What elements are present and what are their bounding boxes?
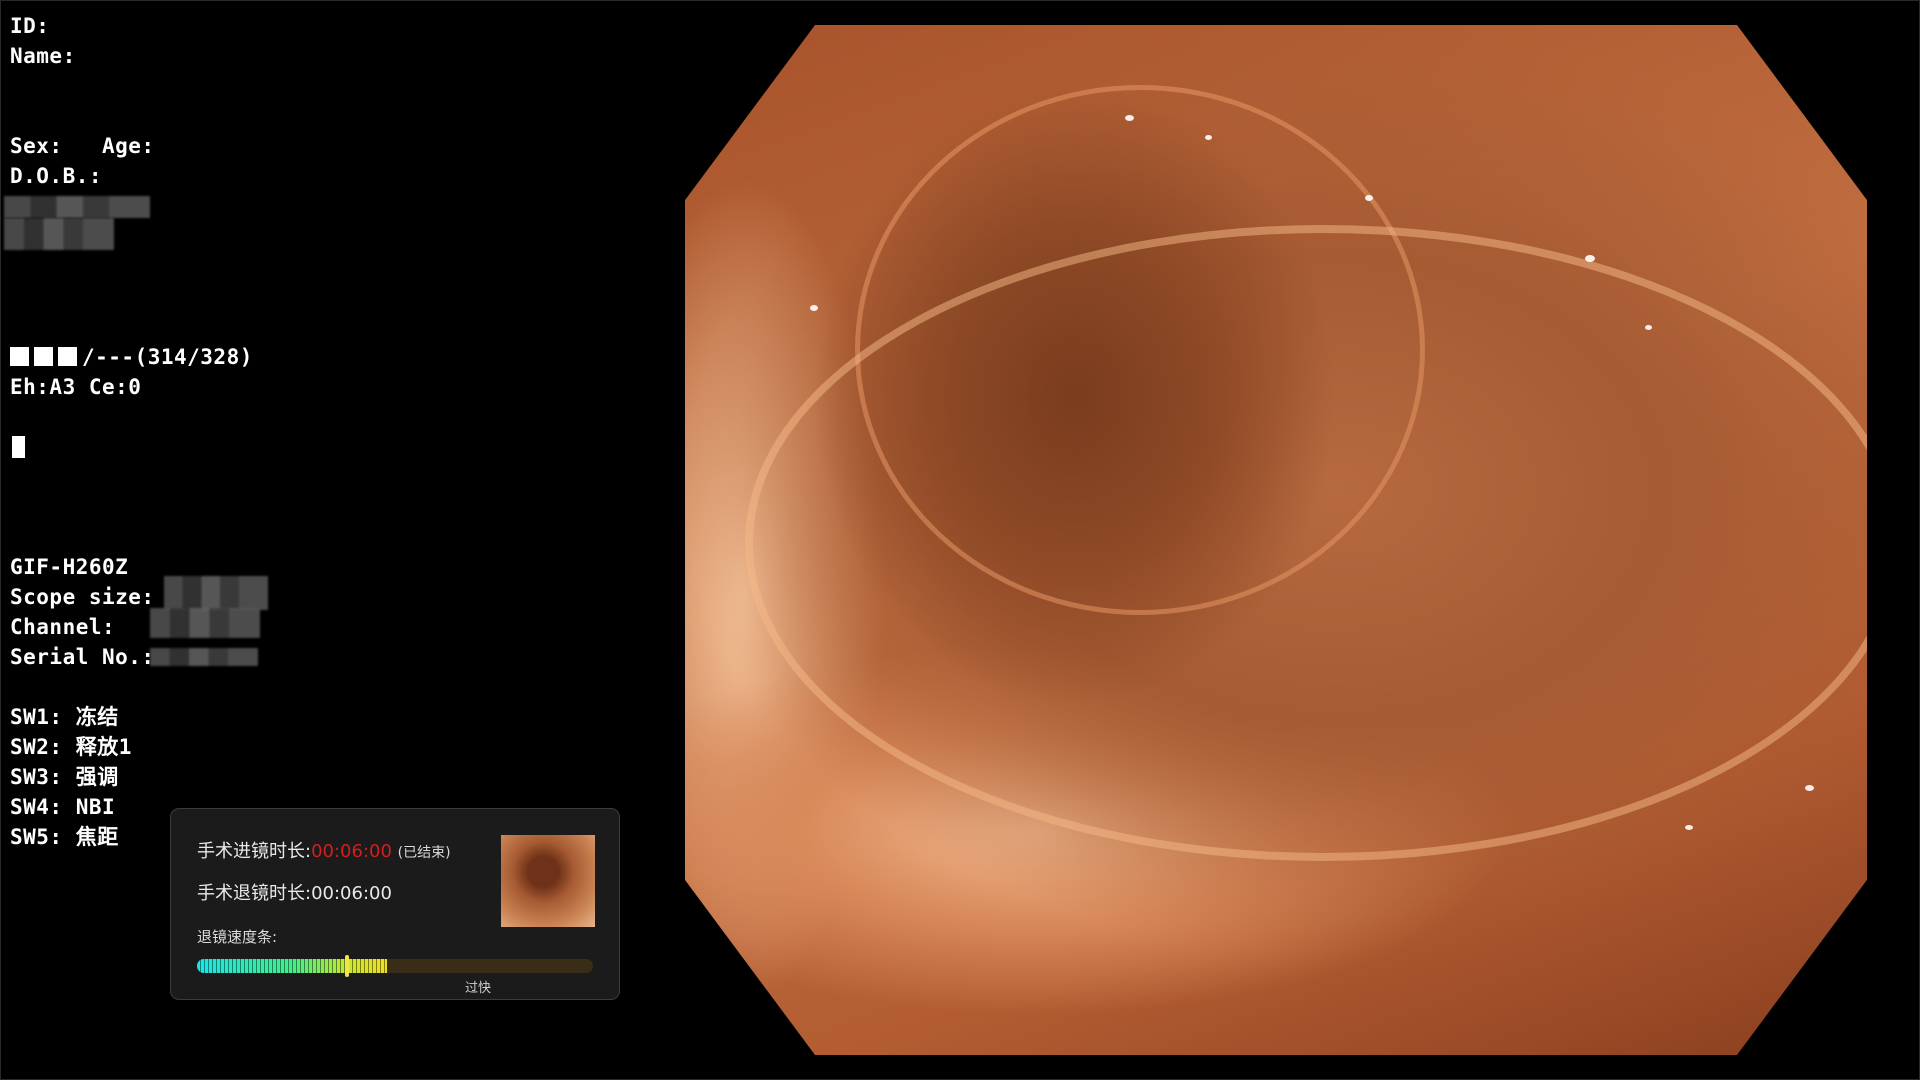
- switch-3-label: SW3: 强调: [10, 765, 119, 789]
- procedure-timer-panel: 手术进镜时长:00:06:00 (已结束) 手术退镜时长:00:06:00 退镜…: [170, 808, 620, 1000]
- specular-highlight: [1585, 255, 1595, 262]
- scope-model: GIF-H260Z: [10, 555, 129, 579]
- switch-1-label: SW1: 冻结: [10, 705, 119, 729]
- status-line-1: /---(314/328): [10, 342, 253, 372]
- mucosal-fold-outer: [745, 225, 1867, 861]
- patient-id-label: ID:: [10, 14, 50, 38]
- withdrawal-time: 00:06:00: [311, 883, 392, 904]
- redacted-dob-value-2: [4, 218, 114, 250]
- speed-bar-track: [197, 959, 593, 973]
- redacted-channel: [150, 608, 260, 638]
- patient-dob-label: D.O.B.:: [10, 164, 103, 188]
- speed-bar-caption: 过快: [465, 981, 492, 996]
- insertion-time-row: 手术进镜时长:00:06:00 (已结束): [197, 837, 451, 863]
- redacted-dob-value: [4, 196, 150, 218]
- switch-2-label: SW2: 释放1: [10, 735, 132, 759]
- specular-highlight: [1365, 195, 1373, 201]
- patient-sex-age-label: Sex: Age:: [10, 134, 155, 158]
- specular-highlight: [1645, 325, 1652, 330]
- scope-size-label: Scope size:: [10, 585, 155, 609]
- patient-name-label: Name:: [10, 44, 76, 68]
- redacted-serial: [150, 648, 258, 666]
- specular-highlight: [1805, 785, 1814, 791]
- withdrawal-time-row: 手术退镜时长:00:06:00: [197, 879, 392, 905]
- status-squares-icon: [10, 345, 82, 369]
- endoscopy-thumbnail: [501, 835, 595, 927]
- specular-highlight: [1205, 135, 1212, 140]
- withdrawal-label: 手术退镜时长:: [197, 883, 312, 904]
- speed-bar-marker: [345, 955, 350, 977]
- insertion-label: 手术进镜时长:: [197, 841, 312, 862]
- status-counter: /---(314/328): [82, 345, 253, 369]
- specular-highlight: [1685, 825, 1693, 830]
- scope-channel-label: Channel:: [10, 615, 116, 639]
- speed-bar-fill: [197, 959, 388, 973]
- scope-serial-label: Serial No.:: [10, 645, 155, 669]
- cursor-block-icon: [12, 436, 25, 458]
- insertion-time: 00:06:00: [311, 841, 392, 862]
- insertion-status: (已结束): [397, 845, 451, 861]
- speed-bar-label: 退镜速度条:: [197, 928, 278, 946]
- specular-highlight: [810, 305, 818, 311]
- switch-5-label: SW5: 焦距: [10, 825, 119, 849]
- switch-4-label: SW4: NBI: [10, 795, 116, 819]
- status-line-2: Eh:A3 Ce:0: [10, 375, 142, 399]
- specular-highlight: [1125, 115, 1134, 121]
- endoscopic-view: [685, 25, 1867, 1055]
- redacted-scope-size: [164, 576, 268, 610]
